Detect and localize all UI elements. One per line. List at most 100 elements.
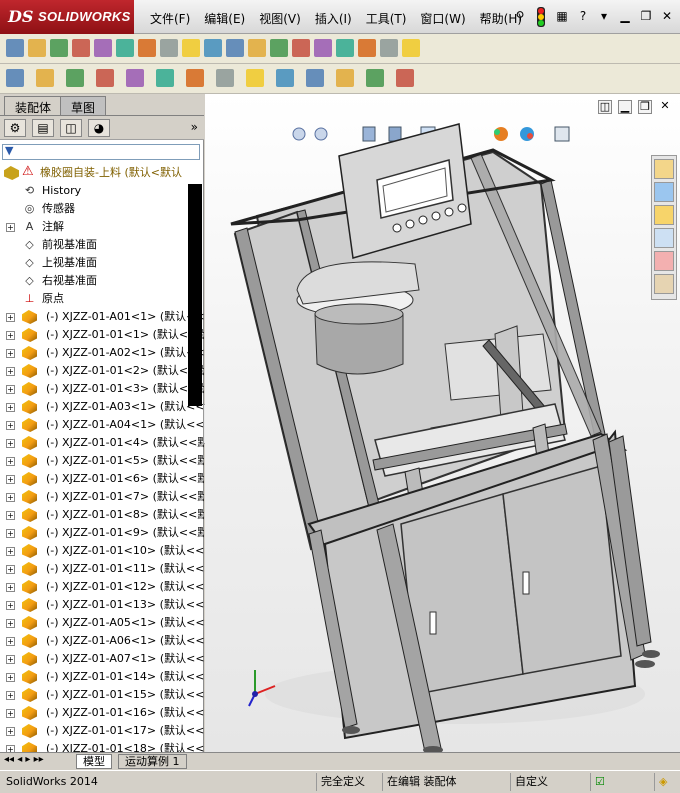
- layers-icon[interactable]: [402, 39, 420, 57]
- tree-item[interactable]: ◇ 前视基准面: [0, 236, 204, 254]
- line-icon[interactable]: [336, 69, 354, 87]
- gauge-icon[interactable]: [94, 39, 112, 57]
- measure-icon[interactable]: [28, 39, 46, 57]
- gear-tool-icon[interactable]: [336, 39, 354, 57]
- tree-part-item[interactable]: + (-) XJZZ-01-01<8> (默认<<默: [0, 506, 204, 524]
- expand-icon[interactable]: +: [6, 619, 15, 628]
- tree-scroll-area[interactable]: [188, 184, 202, 406]
- expand-icon[interactable]: +: [6, 367, 15, 376]
- smart-fastener-icon[interactable]: [126, 69, 144, 87]
- tree-part-item[interactable]: + (-) XJZZ-01-A02<1> (默认<<默: [0, 344, 204, 362]
- help-icon[interactable]: ?: [574, 7, 592, 25]
- expand-icon[interactable]: +: [6, 223, 15, 232]
- snapshot-icon[interactable]: [396, 69, 414, 87]
- tree-part-item[interactable]: + (-) XJZZ-01-01<17> (默认<<默: [0, 722, 204, 740]
- spell-check-icon[interactable]: [6, 39, 24, 57]
- expand-icon[interactable]: +: [6, 403, 15, 412]
- expand-icon[interactable]: +: [6, 457, 15, 466]
- mate-icon[interactable]: [36, 69, 54, 87]
- tree-part-item[interactable]: + (-) XJZZ-01-01<4> (默认<<默: [0, 434, 204, 452]
- tab-sketch[interactable]: 草图: [60, 96, 107, 115]
- nav-arrows[interactable]: ◂◂ ◂ ▸ ▸▸: [4, 754, 44, 765]
- solidworks-logo[interactable]: DS SOLIDWORKS: [0, 0, 134, 34]
- property-manager-icon[interactable]: ▤: [32, 119, 54, 137]
- insert-component-icon[interactable]: [6, 69, 24, 87]
- tree-part-item[interactable]: + (-) XJZZ-01-01<12> (默认<<默: [0, 578, 204, 596]
- hand-icon[interactable]: [116, 39, 134, 57]
- tree-part-item[interactable]: + (-) XJZZ-01-01<1> (默认<<默: [0, 326, 204, 344]
- expand-icon[interactable]: +: [6, 331, 15, 340]
- graphics-viewport[interactable]: ◫ ▁ ❐ ✕: [205, 94, 680, 752]
- bill-materials-icon[interactable]: [276, 69, 294, 87]
- tree-part-item[interactable]: + (-) XJZZ-01-01<3> (默认<<默: [0, 380, 204, 398]
- display-manager-icon[interactable]: ◕: [88, 119, 110, 137]
- tree-part-item[interactable]: + (-) XJZZ-01-A06<1> (默认<<默: [0, 632, 204, 650]
- menu-edit[interactable]: 编辑(E): [204, 10, 245, 27]
- warning-icon[interactable]: [226, 39, 244, 57]
- expand-icon[interactable]: +: [6, 691, 15, 700]
- grid-icon[interactable]: [292, 39, 310, 57]
- align-icon[interactable]: [248, 39, 266, 57]
- tab-motion-study[interactable]: 运动算例 1: [118, 754, 187, 769]
- menu-tools[interactable]: 工具(T): [366, 10, 407, 27]
- options-icon[interactable]: ▦: [553, 7, 571, 25]
- expand-icon[interactable]: +: [6, 511, 15, 520]
- design-library-icon[interactable]: [654, 182, 674, 202]
- expand-icon[interactable]: +: [6, 349, 15, 358]
- move-icon[interactable]: [96, 69, 114, 87]
- view-palette-icon[interactable]: [654, 228, 674, 248]
- appearances-icon[interactable]: [654, 251, 674, 271]
- menu-file[interactable]: 文件(F): [150, 10, 190, 27]
- tree-item[interactable]: ◎ 传感器: [0, 200, 204, 218]
- tree-part-item[interactable]: + (-) XJZZ-01-01<11> (默认<<默: [0, 560, 204, 578]
- new-motion-icon[interactable]: [246, 69, 264, 87]
- feature-manager-icon[interactable]: ⚙: [4, 119, 26, 137]
- tree-part-item[interactable]: + (-) XJZZ-01-01<5> (默认<<默: [0, 452, 204, 470]
- tree-item[interactable]: ⊥ 原点: [0, 290, 204, 308]
- expand-icon[interactable]: +: [6, 709, 15, 718]
- expand-icon[interactable]: +: [6, 637, 15, 646]
- tree-part-item[interactable]: + (-) XJZZ-01-01<10> (默认<<默: [0, 542, 204, 560]
- tree-part-item[interactable]: + (-) XJZZ-01-01<16> (默认<<默: [0, 704, 204, 722]
- expand-icon[interactable]: +: [6, 655, 15, 664]
- filter-input[interactable]: ▼: [2, 144, 200, 160]
- menu-insert[interactable]: 插入(I): [315, 10, 352, 27]
- home-icon[interactable]: [654, 159, 674, 179]
- tree-item[interactable]: ⟲ History: [0, 182, 204, 200]
- instant3d-icon[interactable]: [366, 69, 384, 87]
- pin-icon[interactable]: ⚲: [511, 7, 529, 25]
- tree-part-item[interactable]: + (-) XJZZ-01-A07<1> (默认<<默: [0, 650, 204, 668]
- tree-part-item[interactable]: + (-) XJZZ-01-A04<1> (默认<<默: [0, 416, 204, 434]
- expand-icon[interactable]: +: [6, 565, 15, 574]
- pattern-icon[interactable]: [66, 69, 84, 87]
- tree-item[interactable]: ◇ 上视基准面: [0, 254, 204, 272]
- rebuild-light-icon[interactable]: [532, 7, 550, 27]
- expand-icon[interactable]: +: [6, 583, 15, 592]
- arrows-icon[interactable]: [314, 39, 332, 57]
- assembly-feature-icon[interactable]: [186, 69, 204, 87]
- configuration-manager-icon[interactable]: ◫: [60, 119, 82, 137]
- expand-icon[interactable]: +: [6, 385, 15, 394]
- expand-icon[interactable]: +: [6, 547, 15, 556]
- close-icon[interactable]: ✕: [658, 7, 676, 25]
- scissors-icon[interactable]: [204, 39, 222, 57]
- expand-icon[interactable]: +: [6, 727, 15, 736]
- tree-part-item[interactable]: + (-) XJZZ-01-01<13> (默认<<默: [0, 596, 204, 614]
- balance-icon[interactable]: [50, 39, 68, 57]
- tree-part-item[interactable]: + (-) XJZZ-01-A03<1> (默认<<默: [0, 398, 204, 416]
- folder-icon[interactable]: [72, 39, 90, 57]
- check-tool-icon[interactable]: [270, 39, 288, 57]
- expand-icon[interactable]: +: [6, 673, 15, 682]
- tree-root[interactable]: ⚠ 橡胶圈自装-上料 (默认<默认: [0, 164, 204, 182]
- menu-window[interactable]: 窗口(W): [420, 10, 465, 27]
- expand-icon[interactable]: +: [6, 601, 15, 610]
- file-explorer-icon[interactable]: [654, 205, 674, 225]
- minimize-icon[interactable]: ▁: [616, 7, 634, 25]
- tree-part-item[interactable]: + (-) XJZZ-01-A05<1> (默认<<默: [0, 614, 204, 632]
- tree-item[interactable]: + A 注解: [0, 218, 204, 236]
- status-custom[interactable]: 自定义: [510, 773, 552, 791]
- tree-part-item[interactable]: + (-) XJZZ-01-01<15> (默认<<默: [0, 686, 204, 704]
- explode-icon[interactable]: [156, 69, 174, 87]
- expand-icon[interactable]: +: [6, 529, 15, 538]
- expand-icon[interactable]: +: [6, 493, 15, 502]
